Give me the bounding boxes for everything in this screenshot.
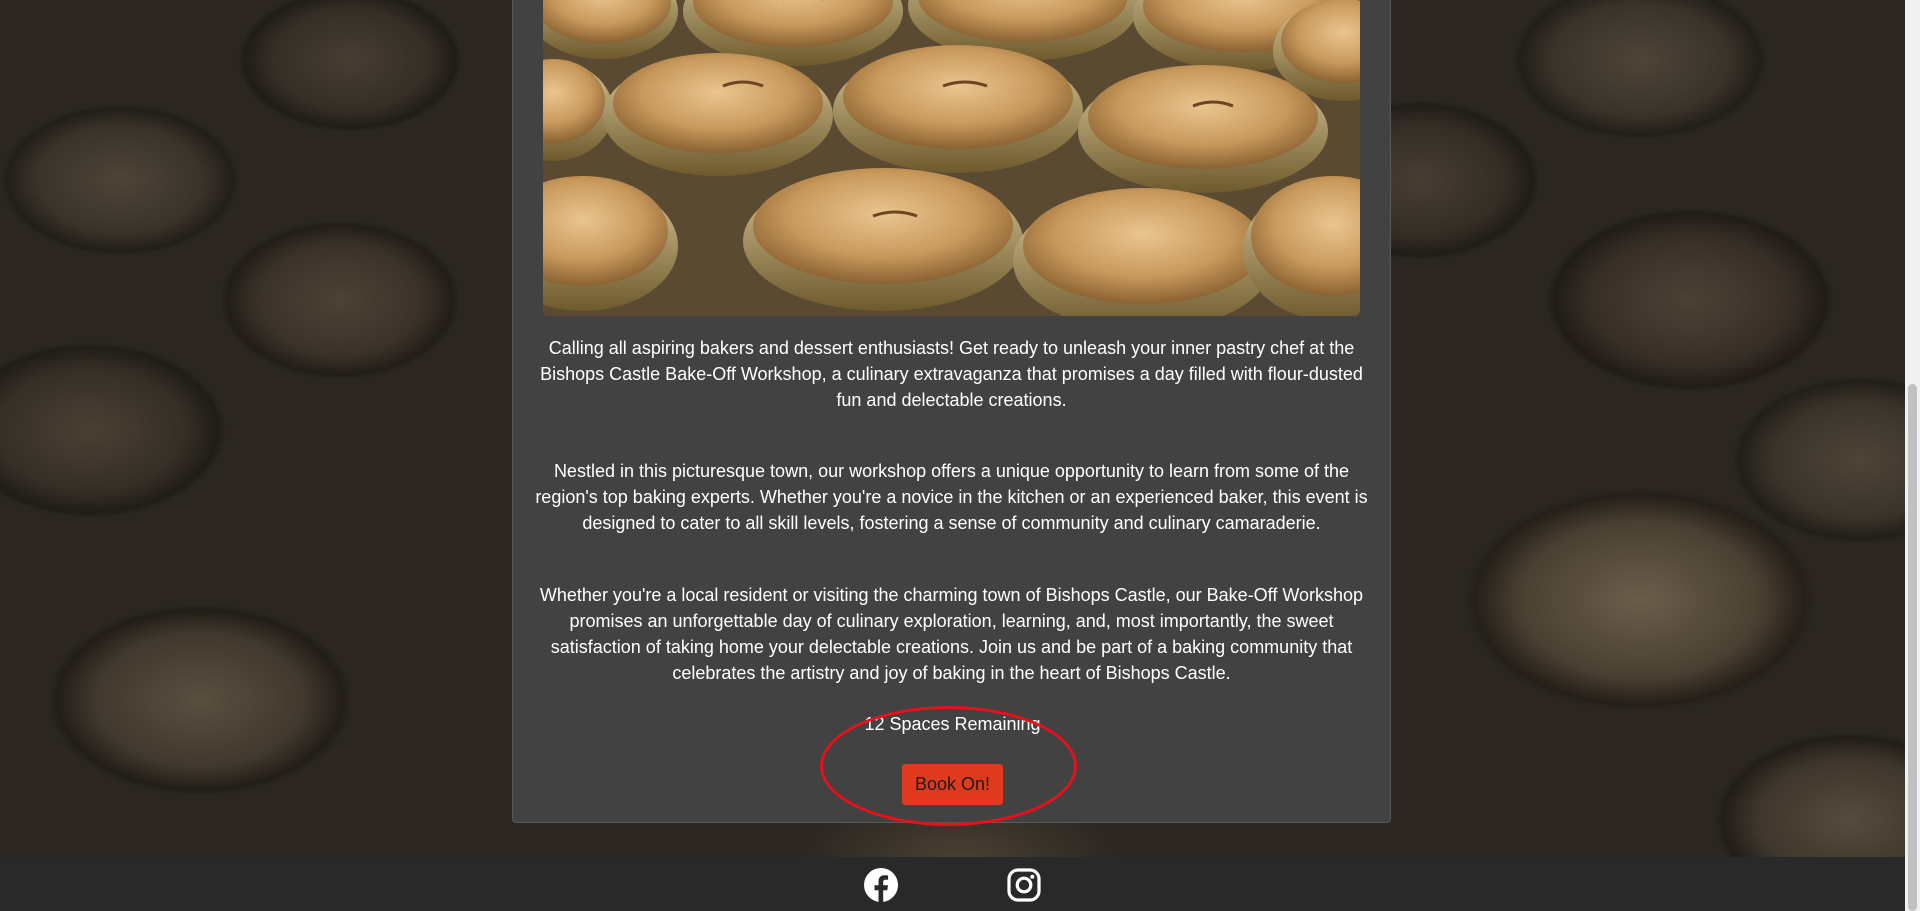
event-card: Calling all aspiring bakers and dessert …	[512, 0, 1391, 823]
footer	[0, 857, 1905, 911]
instagram-icon[interactable]	[1006, 867, 1042, 903]
scrollbar-thumb[interactable]	[1908, 384, 1917, 911]
book-on-button[interactable]: Book On!	[902, 764, 1003, 805]
intro-paragraph: Calling all aspiring bakers and dessert …	[540, 338, 1363, 410]
closing-paragraph: Whether you're a local resident or visit…	[539, 585, 1364, 683]
pies-hero-image	[543, 0, 1360, 316]
page: Calling all aspiring bakers and dessert …	[0, 0, 1920, 911]
page-scrollbar[interactable]	[1905, 0, 1920, 911]
workshop-paragraph: Nestled in this picturesque town, our wo…	[535, 461, 1368, 533]
spaces-remaining-text: 12 Spaces Remaining	[864, 714, 1041, 734]
facebook-icon[interactable]	[863, 867, 899, 903]
